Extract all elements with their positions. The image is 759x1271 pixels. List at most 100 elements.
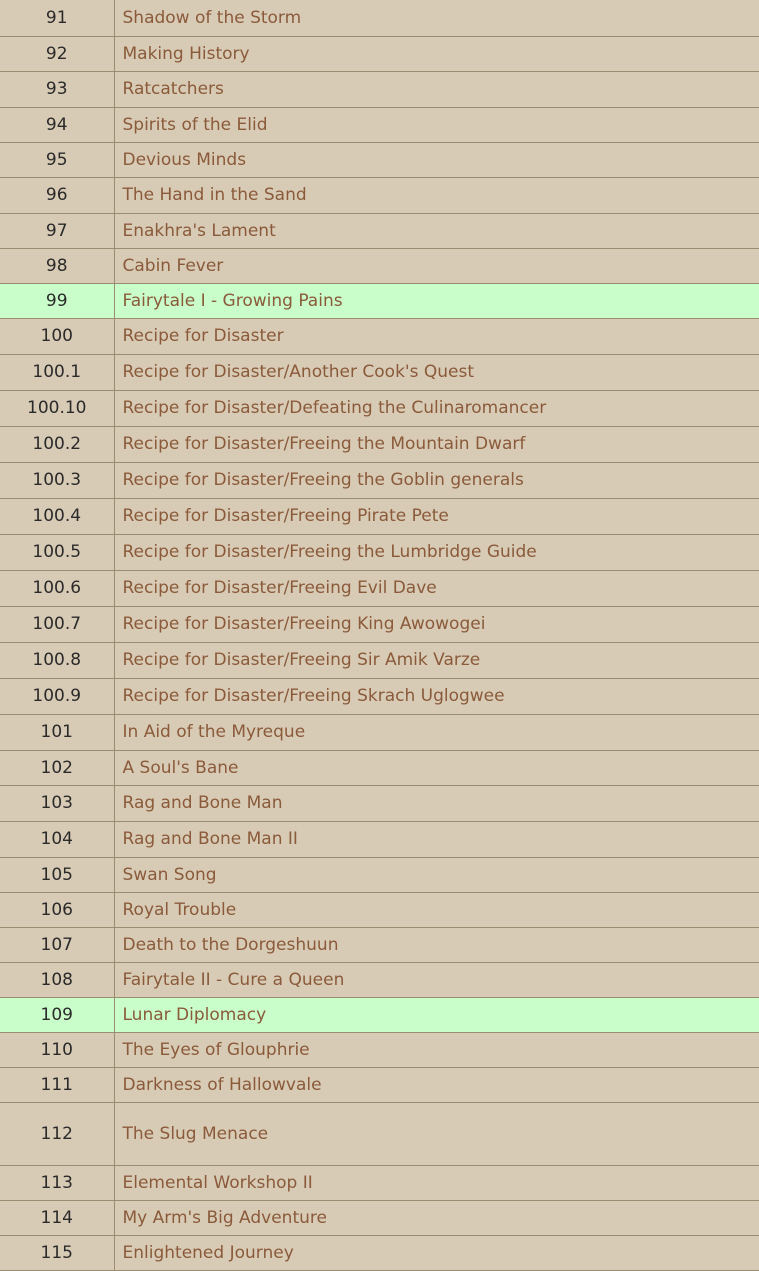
quest-name-cell: The Eyes of Glouphrie — [113, 1031, 759, 1068]
quest-number: 101 — [0, 713, 115, 751]
quest-link[interactable]: Rag and Bone Man — [123, 793, 283, 813]
quest-name-cell: Recipe for Disaster — [113, 317, 759, 355]
quest-link[interactable]: Recipe for Disaster/Freeing the Lumbridg… — [123, 542, 537, 562]
quest-link[interactable]: Recipe for Disaster/Defeating the Culina… — [123, 398, 547, 418]
quest-name-cell: Death to the Dorgeshuun — [113, 926, 759, 963]
quest-link[interactable]: Spirits of the Elid — [123, 115, 268, 135]
quest-name-cell: Recipe for Disaster/Freeing Pirate Pete — [113, 497, 759, 535]
quest-name-cell: Enlightened Journey — [113, 1234, 759, 1271]
quest-link[interactable]: Ratcatchers — [123, 79, 224, 99]
table-row: 100 Recipe for Disaster — [0, 317, 759, 355]
quest-link[interactable]: Recipe for Disaster/Freeing Sir Amik Var… — [123, 650, 481, 670]
quest-name-cell: Rag and Bone Man — [113, 784, 759, 822]
quest-name-cell: Devious Minds — [113, 141, 759, 178]
table-row: 93 Ratcatchers — [0, 70, 759, 108]
quest-name-cell: Ratcatchers — [113, 70, 759, 108]
quest-link[interactable]: Making History — [123, 44, 250, 64]
quest-number: 111 — [0, 1066, 115, 1103]
quest-link[interactable]: My Arm's Big Adventure — [123, 1208, 327, 1228]
quest-name-cell: Darkness of Hallowvale — [113, 1066, 759, 1103]
table-row: 95 Devious Minds — [0, 141, 759, 178]
quest-table-body: 91 Shadow of the Storm 92 Making History 93 R… — [0, 0, 759, 1271]
quest-link[interactable]: Recipe for Disaster — [123, 326, 284, 346]
quest-number: 115 — [0, 1234, 115, 1271]
quest-link[interactable]: Cabin Fever — [123, 256, 224, 276]
table-row: 101 In Aid of the Myreque — [0, 713, 759, 751]
table-row: 97 Enakhra's Lament — [0, 212, 759, 249]
quest-link[interactable]: In Aid of the Myreque — [123, 722, 306, 742]
table-row: 112 The Slug Menace — [0, 1101, 759, 1166]
table-row: 100.6 Recipe for Disaster/Freeing Evil Da… — [0, 569, 759, 607]
quest-number: 95 — [0, 141, 115, 178]
quest-name-cell: A Soul's Bane — [113, 749, 759, 786]
quest-number: 100.10 — [0, 389, 115, 427]
quest-link[interactable]: Recipe for Disaster/Freeing Skrach Uglog… — [123, 686, 505, 706]
quest-name-cell: Recipe for Disaster/Freeing Sir Amik Var… — [113, 641, 759, 679]
quest-link[interactable]: The Eyes of Glouphrie — [123, 1040, 310, 1060]
quest-link[interactable]: The Slug Menace — [123, 1124, 269, 1144]
quest-name-cell: Lunar Diplomacy — [113, 996, 759, 1033]
quest-number: 92 — [0, 35, 115, 72]
quest-number: 98 — [0, 247, 115, 284]
quest-name-cell: Shadow of the Storm — [113, 0, 759, 37]
quest-name-cell: My Arm's Big Adventure — [113, 1199, 759, 1236]
quest-link[interactable]: Fairytale II - Cure a Queen — [123, 970, 345, 990]
quest-link[interactable]: Recipe for Disaster/Freeing the Goblin g… — [123, 470, 524, 490]
table-row: 100.5 Recipe for Disaster/Freeing the Lum… — [0, 533, 759, 571]
quest-number: 102 — [0, 749, 115, 786]
quest-name-cell: Recipe for Disaster/Freeing Skrach Uglog… — [113, 677, 759, 715]
quest-name-cell: Cabin Fever — [113, 247, 759, 284]
quest-name-cell: Swan Song — [113, 856, 759, 893]
quest-name-cell: Enakhra's Lament — [113, 212, 759, 249]
quest-number: 110 — [0, 1031, 115, 1068]
quest-link[interactable]: Recipe for Disaster/Another Cook's Quest — [123, 362, 474, 382]
quest-link[interactable]: Enlightened Journey — [123, 1243, 294, 1263]
quest-link[interactable]: Elemental Workshop II — [123, 1173, 313, 1193]
quest-number: 97 — [0, 212, 115, 249]
quest-number: 105 — [0, 856, 115, 893]
table-row: 102 A Soul's Bane — [0, 749, 759, 786]
table-row: 111 Darkness of Hallowvale — [0, 1066, 759, 1103]
quest-name-cell: Making History — [113, 35, 759, 72]
quest-name-cell: Rag and Bone Man II — [113, 820, 759, 858]
quest-name-cell: Recipe for Disaster/Another Cook's Quest — [113, 353, 759, 391]
quest-number: 100.9 — [0, 677, 115, 715]
quest-number: 109 — [0, 996, 115, 1033]
quest-link[interactable]: Darkness of Hallowvale — [123, 1075, 322, 1095]
quest-number: 91 — [0, 0, 115, 37]
quest-link[interactable]: Recipe for Disaster/Freeing Evil Dave — [123, 578, 437, 598]
quest-link[interactable]: The Hand in the Sand — [123, 185, 307, 205]
table-row: 100.2 Recipe for Disaster/Freeing the Mou… — [0, 425, 759, 463]
quest-link[interactable]: Recipe for Disaster/Freeing the Mountain… — [123, 434, 526, 454]
quest-number: 100.4 — [0, 497, 115, 535]
quest-name-cell: Recipe for Disaster/Defeating the Culina… — [113, 389, 759, 427]
quest-number: 100.1 — [0, 353, 115, 391]
quest-link[interactable]: Shadow of the Storm — [123, 8, 302, 28]
quest-link[interactable]: Royal Trouble — [123, 900, 237, 920]
quest-link[interactable]: Fairytale I - Growing Pains — [123, 291, 343, 311]
quest-link[interactable]: Lunar Diplomacy — [123, 1005, 267, 1025]
table-row: 100.4 Recipe for Disaster/Freeing Pirate … — [0, 497, 759, 535]
quest-link[interactable]: Rag and Bone Man II — [123, 829, 298, 849]
quest-link[interactable]: Recipe for Disaster/Freeing King Awowoge… — [123, 614, 486, 634]
quest-name-cell: Recipe for Disaster/Freeing Evil Dave — [113, 569, 759, 607]
quest-link[interactable]: Swan Song — [123, 865, 217, 885]
quest-number: 99 — [0, 282, 115, 319]
table-row: 92 Making History — [0, 35, 759, 72]
table-row: 98 Cabin Fever — [0, 247, 759, 284]
quest-number: 96 — [0, 176, 115, 214]
quest-number: 108 — [0, 961, 115, 998]
quest-name-cell: The Hand in the Sand — [113, 176, 759, 214]
table-row: 103 Rag and Bone Man — [0, 784, 759, 822]
quest-link[interactable]: Death to the Dorgeshuun — [123, 935, 339, 955]
quest-number: 94 — [0, 106, 115, 143]
quest-table: 91 Shadow of the Storm 92 Making History 93 R… — [0, 0, 759, 1271]
quest-link[interactable]: Recipe for Disaster/Freeing Pirate Pete — [123, 506, 449, 526]
quest-number: 104 — [0, 820, 115, 858]
quest-link[interactable]: Devious Minds — [123, 150, 247, 170]
quest-link[interactable]: Enakhra's Lament — [123, 221, 276, 241]
quest-link[interactable]: A Soul's Bane — [123, 758, 239, 778]
table-row: 100.9 Recipe for Disaster/Freeing Skrach … — [0, 677, 759, 715]
quest-number: 93 — [0, 70, 115, 108]
quest-number: 106 — [0, 891, 115, 928]
